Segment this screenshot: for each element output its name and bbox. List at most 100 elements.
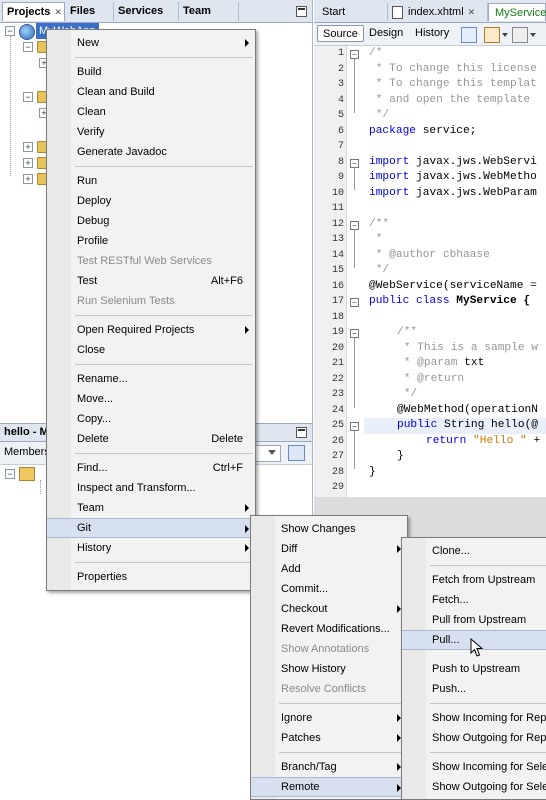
menu-item-profile[interactable]: Profile [47, 231, 255, 251]
fold-icon[interactable]: − [350, 329, 359, 338]
fold-icon[interactable]: − [350, 221, 359, 230]
menu-item-push[interactable]: Push... [402, 679, 546, 699]
fold-icon[interactable]: − [350, 422, 359, 431]
chevron-down-icon[interactable] [530, 33, 536, 37]
tab-files[interactable]: Files [66, 2, 114, 21]
menu-item-history[interactable]: History [47, 538, 255, 558]
tab-index-xhtml[interactable]: index.xhtml ✕ [388, 3, 488, 21]
submenu-arrow-icon [245, 39, 249, 47]
menu-item-diff[interactable]: Diff [251, 539, 407, 559]
menu-item-clean-and-build[interactable]: Clean and Build [47, 82, 255, 102]
menu-item-label: Profile [77, 235, 109, 247]
code-text: * @param [397, 357, 458, 369]
menu-item-show-outgoing-selected[interactable]: Show Outgoing for Sele [402, 777, 546, 797]
menu-item-push-to-upstream[interactable]: Push to Upstream [402, 659, 546, 679]
menu-item-show-changes[interactable]: Show Changes [251, 519, 407, 539]
menu-item-verify[interactable]: Verify [47, 122, 255, 142]
tab-projects[interactable]: Projects ✕ [2, 2, 65, 21]
fold-icon[interactable]: − [350, 159, 359, 168]
minimize-icon[interactable] [296, 6, 307, 17]
menu-item-commit[interactable]: Commit... [251, 579, 407, 599]
forward-icon[interactable] [512, 27, 528, 43]
menu-item-open-required-projects[interactable]: Open Required Projects [47, 320, 255, 340]
tab-myservice[interactable]: MyService. [488, 3, 546, 21]
code-line: * @return [397, 373, 465, 385]
menu-item-show-history[interactable]: Show History [251, 659, 407, 679]
menu-item-run[interactable]: Run [47, 171, 255, 191]
menu-item-close[interactable]: Close [47, 340, 255, 360]
menu-separator [279, 703, 405, 704]
menu-item-build[interactable]: Build [47, 62, 255, 82]
code-line: /** [369, 218, 390, 230]
history-button[interactable]: History [410, 25, 454, 42]
fold-icon[interactable]: − [350, 50, 359, 59]
menu-item-label: Inspect and Transform... [77, 482, 196, 494]
collapse-icon[interactable]: − [5, 26, 15, 36]
menu-item-git[interactable]: Git [47, 518, 255, 538]
members-view-icon[interactable] [288, 445, 305, 461]
menu-item-label: Team [77, 502, 104, 514]
menu-item-ignore[interactable]: Ignore [251, 708, 407, 728]
chevron-down-icon[interactable] [502, 33, 508, 37]
menu-item-pull-from-upstream[interactable]: Pull from Upstream [402, 610, 546, 630]
tab-start-page[interactable]: Start Page✕ [316, 3, 388, 36]
menu-item-show-incoming-repo[interactable]: Show Incoming for Rep [402, 708, 546, 728]
members-filter-dropdown[interactable] [255, 445, 281, 462]
tab-team[interactable]: Team [179, 2, 239, 21]
menu-item-test[interactable]: Test Alt+F6 [47, 271, 255, 291]
collapse-icon[interactable]: − [23, 92, 33, 102]
members-label: Members [4, 446, 50, 458]
menu-item-copy[interactable]: Copy... [47, 409, 255, 429]
expand-icon[interactable]: + [23, 158, 33, 168]
menu-item-generate-javadoc[interactable]: Generate Javadoc [47, 142, 255, 162]
menu-item-remote[interactable]: Remote [251, 777, 407, 797]
tab-services[interactable]: Services [114, 2, 179, 21]
menu-item-fetch-from-upstream[interactable]: Fetch from Upstream [402, 570, 546, 590]
menu-item-fetch[interactable]: Fetch... [402, 590, 546, 610]
minimize-icon[interactable] [296, 427, 307, 438]
menu-item-checkout[interactable]: Checkout [251, 599, 407, 619]
menu-item-label: Show Outgoing for Sele [432, 781, 546, 793]
menu-item-delete[interactable]: Delete Delete [47, 429, 255, 449]
line-number: 21 [331, 358, 344, 369]
menu-item-branch-tag[interactable]: Branch/Tag [251, 757, 407, 777]
git-submenu: Show Changes Diff Add Commit... Checkout… [250, 515, 408, 800]
submenu-arrow-icon [245, 504, 249, 512]
close-icon[interactable]: ✕ [468, 7, 476, 17]
collapse-icon[interactable]: − [5, 469, 15, 479]
menu-item-label: Commit... [281, 583, 329, 595]
menu-item-rename[interactable]: Rename... [47, 369, 255, 389]
close-icon[interactable]: ✕ [54, 7, 62, 17]
menu-item-inspect-and-transform[interactable]: Inspect and Transform... [47, 478, 255, 498]
menu-item-revert-modifications[interactable]: Revert Modifications... [251, 619, 407, 639]
line-number: 22 [331, 374, 344, 385]
fold-guide [354, 431, 355, 469]
menu-item-label: Checkout [281, 603, 328, 615]
menu-item-clone[interactable]: Clone... [402, 541, 546, 561]
menu-item-debug[interactable]: Debug [47, 211, 255, 231]
string-literal: "Hello " [466, 435, 527, 447]
expand-icon[interactable]: + [23, 142, 33, 152]
menu-item-show-outgoing-repo[interactable]: Show Outgoing for Rep [402, 728, 546, 748]
menu-item-label: Git [77, 522, 92, 534]
last-edit-icon[interactable] [461, 27, 477, 43]
code-line: package service; [369, 125, 476, 137]
menu-item-add[interactable]: Add [251, 559, 407, 579]
expand-icon[interactable]: + [23, 174, 33, 184]
menu-item-find[interactable]: Find... Ctrl+F [47, 458, 255, 478]
menu-item-move[interactable]: Move... [47, 389, 255, 409]
fold-icon[interactable]: − [350, 298, 359, 307]
menu-item-clean[interactable]: Clean [47, 102, 255, 122]
menu-item-show-incoming-selected[interactable]: Show Incoming for Sele [402, 757, 546, 777]
menu-item-properties[interactable]: Properties [47, 567, 255, 587]
design-button[interactable]: Design [364, 25, 408, 42]
navigator-title: hello - M [4, 426, 49, 438]
back-icon[interactable] [484, 27, 500, 43]
menu-item-new[interactable]: New [47, 33, 255, 53]
menu-item-deploy[interactable]: Deploy [47, 191, 255, 211]
menu-separator [75, 315, 253, 316]
menu-item-team[interactable]: Team [47, 498, 255, 518]
menu-item-patches[interactable]: Patches [251, 728, 407, 748]
collapse-icon[interactable]: − [23, 42, 33, 52]
source-button[interactable]: Source [317, 25, 364, 42]
